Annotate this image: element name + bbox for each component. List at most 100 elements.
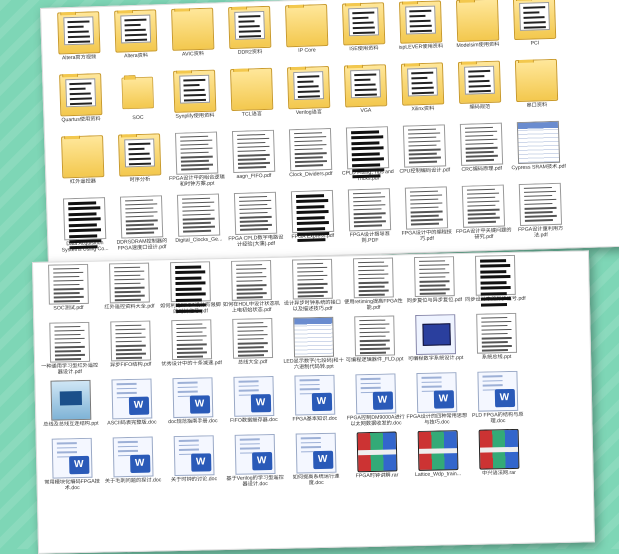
file-item[interactable]: 异步FIFO结构.pdf bbox=[99, 320, 161, 379]
folder-item[interactable]: Xilinx资料 bbox=[393, 62, 452, 126]
file-item[interactable]: DDRSDRAM控制器的FPGA速度口设计.pdf bbox=[112, 195, 171, 259]
file-label: Lattice_Wdp_train... bbox=[414, 471, 462, 479]
file-item[interactable]: Clock_Dividers.pdf bbox=[281, 127, 340, 192]
file-item[interactable]: 如何利用FPGA设计有限脚的时钟信号.pdf bbox=[159, 261, 221, 320]
file-label: CPU控制编码设计.pdf bbox=[399, 167, 451, 175]
folder-item[interactable]: TCL语言 bbox=[222, 67, 281, 132]
file-item[interactable]: FPGA设计中关键问题的研究.pdf bbox=[454, 184, 513, 248]
document-page-icon bbox=[62, 197, 106, 249]
file-label: LED显示数字(七段码)和十六进制代码转.ppt bbox=[283, 357, 344, 371]
file-item[interactable]: W FPGA设计的四种常用思想与技巧.doc bbox=[405, 372, 467, 431]
folder-item[interactable]: VGA bbox=[336, 64, 395, 128]
file-item[interactable]: CPLD Fitting, Tips and Tricks.pdf bbox=[338, 126, 397, 190]
file-item[interactable]: 一种通用学习型红外遥控器设计.pdf bbox=[38, 321, 100, 381]
folder-item[interactable]: SOC bbox=[108, 71, 167, 135]
file-item[interactable]: 红外遥控资料大全.pdf bbox=[98, 262, 160, 321]
folder-item[interactable]: PCI bbox=[505, 0, 564, 60]
folder-item[interactable]: Altera资料 bbox=[106, 9, 165, 73]
word-document-icon: W bbox=[415, 372, 457, 413]
folder-item[interactable]: 串口资料 bbox=[507, 58, 566, 123]
file-item[interactable]: W PLD FPGA的结构与原理.doc bbox=[466, 370, 528, 430]
folder-item[interactable]: Synplify使用资料 bbox=[165, 69, 224, 133]
file-item[interactable]: FPGA CPLD数字电路设计经验(大蒲).pdf bbox=[226, 191, 285, 255]
word-document-icon: W bbox=[232, 375, 274, 417]
file-item[interactable]: FPGA设计中的组合逻辑和时钟方案.ppt bbox=[167, 131, 226, 195]
file-item[interactable]: 如何在HDL中设计状态机上电初始状态.pdf bbox=[220, 260, 282, 319]
folder-icon bbox=[227, 5, 271, 50]
file-item[interactable]: W 如何提高系统运行速度.doc bbox=[285, 432, 347, 491]
file-item[interactable]: FPGA设计指导准则.PDF bbox=[340, 188, 399, 252]
file-item[interactable]: FPGA Express.pdf bbox=[283, 189, 342, 254]
folder-item[interactable]: IP Core bbox=[277, 3, 336, 68]
folder-item[interactable]: Modelsim使用资料 bbox=[448, 0, 507, 62]
file-item[interactable]: 使用retiming提高FPGA性能.pdf bbox=[342, 257, 404, 316]
folder-item[interactable]: Quartus使用资料 bbox=[51, 73, 110, 137]
file-label: TCL语言 bbox=[241, 111, 263, 118]
file-item[interactable]: Data Acquisition Systems Using Co... bbox=[55, 197, 114, 261]
file-label: 一种通用学习型红外遥控器设计.pdf bbox=[41, 362, 99, 376]
file-item[interactable]: W ASCII码表完整版.doc bbox=[100, 378, 162, 437]
folder-icon bbox=[512, 0, 556, 41]
folder-item[interactable]: 红外遥控器 bbox=[53, 135, 112, 199]
folder-item[interactable]: ispLEVER使用资料 bbox=[391, 0, 450, 64]
file-item[interactable]: Cypress SRAM技术.pdf bbox=[509, 120, 568, 185]
folder-item[interactable]: Altera官方视频 bbox=[49, 11, 108, 75]
file-item[interactable]: 可编程逻辑器件_FLD.ppt bbox=[343, 315, 405, 374]
file-label: 设计异步时钟系统的接口以及描述技巧.pdf bbox=[283, 299, 342, 313]
file-item[interactable]: 优秀设计中的十条减速.pdf bbox=[160, 319, 222, 378]
file-item[interactable]: CRC编码原理.pdf bbox=[452, 122, 511, 186]
empty-cell bbox=[527, 369, 589, 428]
folder-item[interactable]: AVIC资料 bbox=[163, 7, 222, 71]
folder-icon bbox=[341, 2, 385, 46]
document-page-icon bbox=[174, 131, 218, 175]
file-label: Verilog语言 bbox=[295, 109, 323, 117]
file-item[interactable]: W FPGA基本知识.doc bbox=[283, 374, 345, 433]
folder-item[interactable]: 编码规范 bbox=[450, 60, 509, 124]
file-item[interactable]: FPGA时钟讲解.rar bbox=[346, 431, 408, 490]
file-label: PLD FPGA的结构与原理.doc bbox=[471, 411, 524, 425]
file-item[interactable]: 总线及总线互连结构.ppt bbox=[39, 379, 101, 439]
file-item[interactable]: 设计异步时钟系统的接口以及描述技巧.pdf bbox=[281, 258, 343, 318]
file-grid-top: Altera官方视频 Altera资料 AVIC资料 DDR2资料 IP Core ISE… bbox=[49, 0, 619, 261]
file-item[interactable]: Wdoc规范指南手册.doc bbox=[161, 377, 223, 436]
file-label: Synplify使用资料 bbox=[175, 112, 215, 120]
folder-icon bbox=[398, 0, 442, 44]
file-item[interactable]: 同步设计中的异步信号.pdf bbox=[464, 254, 526, 314]
folder-item[interactable]: ISE使用资料 bbox=[334, 2, 393, 66]
folder-item[interactable]: 时序分析 bbox=[110, 133, 169, 197]
folder-item[interactable]: DDR2资料 bbox=[220, 5, 279, 70]
file-item[interactable]: W 关于毛刺问题的探讨.doc bbox=[102, 436, 164, 495]
document-page-icon bbox=[347, 188, 391, 232]
file-label: Clock_Dividers.pdf bbox=[289, 170, 333, 179]
folder-item[interactable]: Verilog语言 bbox=[279, 65, 338, 130]
file-item[interactable]: aagn_FIFO.pdf bbox=[224, 129, 283, 193]
file-item[interactable]: W 基于Verilog的学习型遥控器设计.doc bbox=[224, 433, 286, 493]
file-item[interactable]: Lattice_Wdp_train... bbox=[407, 430, 469, 489]
file-label: 如何在HDL中设计状态机上电初始状态.pdf bbox=[222, 300, 281, 314]
file-item[interactable]: W 关于时钟的讨论.doc bbox=[163, 435, 225, 494]
spreadsheet-icon bbox=[516, 120, 560, 165]
file-item[interactable]: 系统总线.ppt bbox=[465, 312, 527, 372]
file-item[interactable]: 可编程数字系统设计.ppt bbox=[404, 314, 466, 373]
folder-icon bbox=[514, 58, 558, 103]
file-label: DDRSDRAM控制器的FPGA速度口设计.pdf bbox=[116, 238, 168, 252]
file-item[interactable]: CPU控制编码设计.pdf bbox=[395, 124, 454, 188]
document-page-icon bbox=[169, 261, 211, 313]
file-item[interactable]: W FPGA控制DM9000A进行以太网数据收发的.doc bbox=[344, 373, 406, 432]
file-item[interactable]: LED显示数字(七段码)和十六进制代码转.ppt bbox=[282, 316, 344, 375]
file-label: 使用retiming提高FPGA性能.pdf bbox=[344, 298, 403, 312]
folder-icon bbox=[60, 135, 104, 179]
file-item[interactable]: Digital_Clocks_Ge... bbox=[169, 193, 228, 257]
explorer-window-top: Altera官方视频 Altera资料 AVIC资料 DDR2资料 IP Core ISE… bbox=[40, 0, 619, 265]
file-label: 优秀设计中的十条减速.pdf bbox=[161, 360, 222, 368]
file-item[interactable]: SOC测试.pdf bbox=[37, 263, 99, 323]
file-label: AVIC资料 bbox=[181, 50, 205, 58]
file-label: Xilinx资料 bbox=[411, 105, 435, 113]
file-item[interactable]: 中兴语法网.rar bbox=[468, 428, 530, 488]
file-item[interactable]: FPGA设计重利用方法.pdf bbox=[511, 182, 570, 247]
file-item[interactable]: 总线大全.pdf bbox=[221, 317, 283, 377]
file-item[interactable]: 同步复位与异步复位.pdf bbox=[403, 256, 465, 315]
file-item[interactable]: W 常用模块化编码FPGA技术.doc bbox=[41, 437, 103, 497]
file-item[interactable]: W FIFO数据缓存器.doc bbox=[222, 375, 284, 435]
file-item[interactable]: FPGA设计中的编程技巧.pdf bbox=[397, 186, 456, 250]
